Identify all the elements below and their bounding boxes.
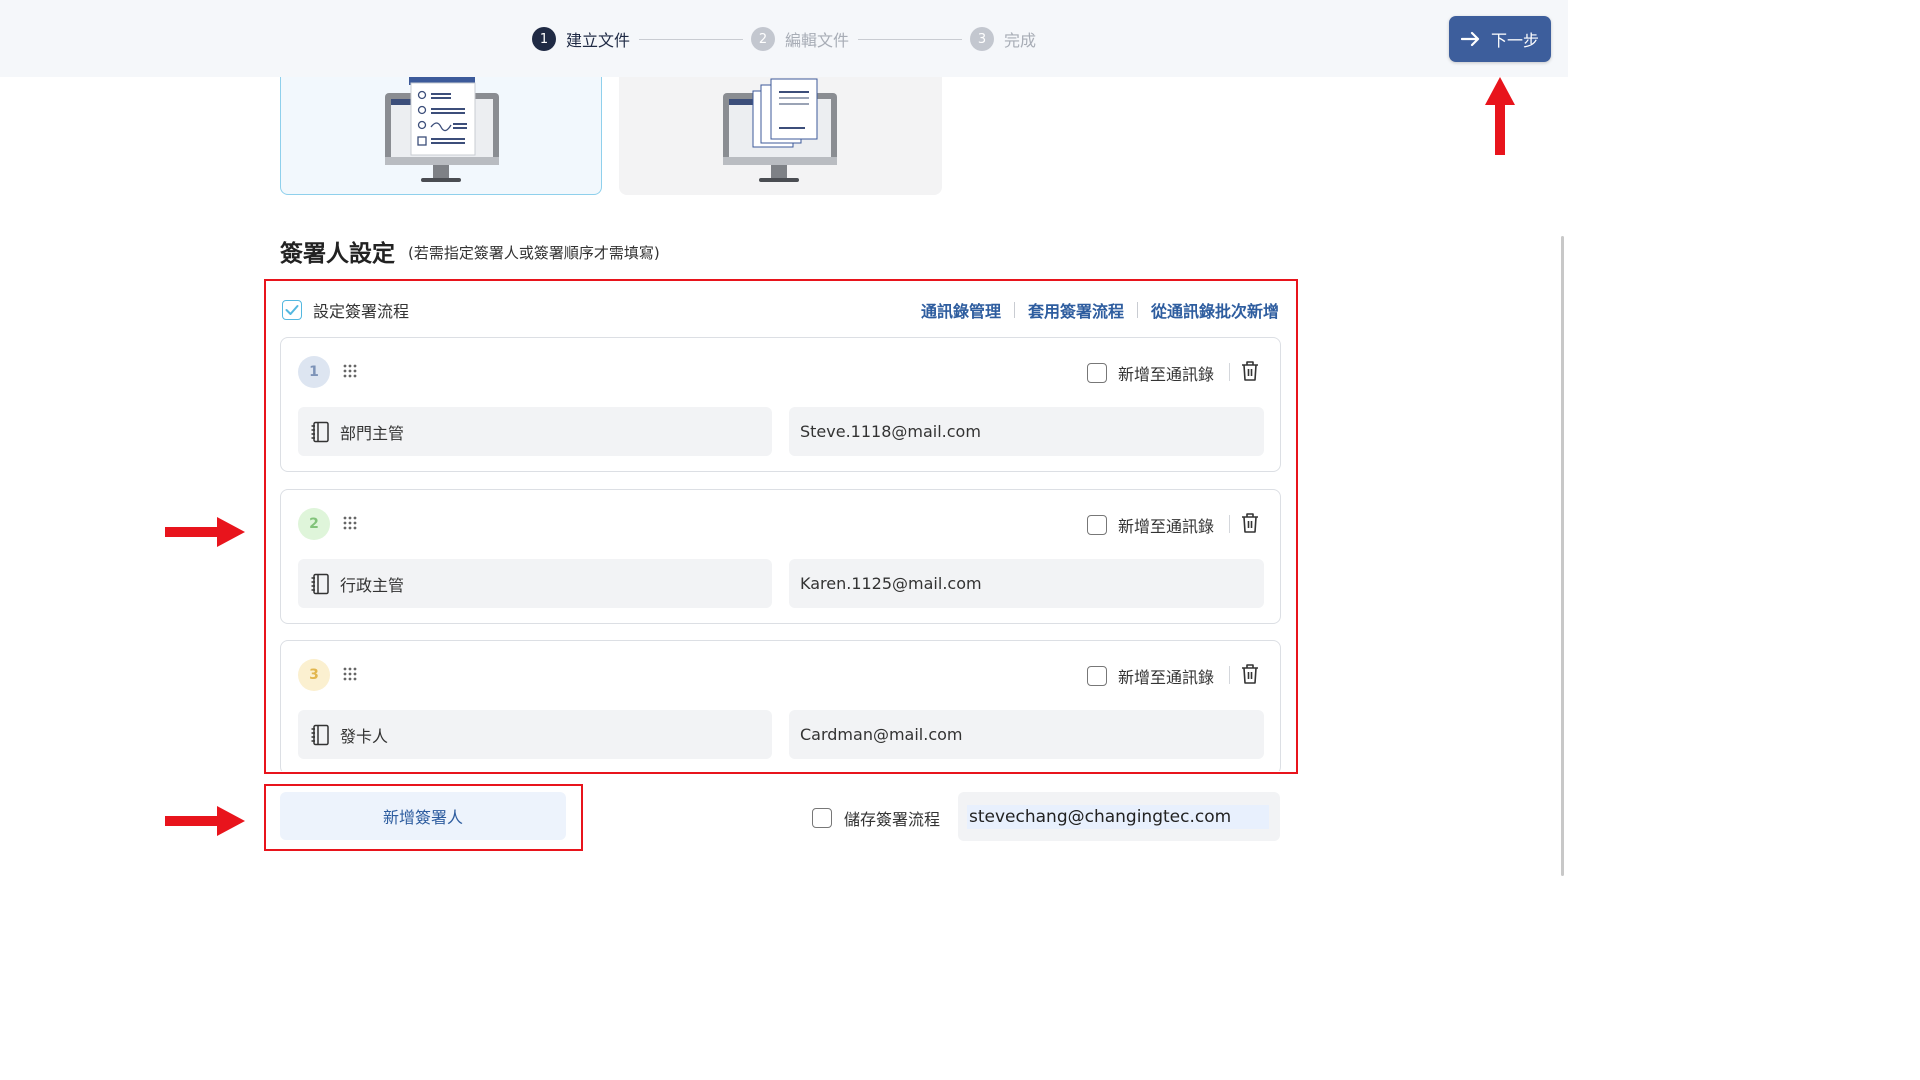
multi-document-illustration	[723, 78, 837, 182]
step-complete: 3 完成	[970, 27, 1036, 51]
stepper-bar: 1 建立文件 2 編輯文件 3 完成 下一步	[0, 0, 1568, 77]
step-label: 完成	[1004, 31, 1037, 50]
next-step-button[interactable]: 下一步	[1449, 16, 1551, 62]
save-signing-flow-label: 儲存簽署流程	[844, 810, 941, 829]
document-type-card-multi[interactable]	[619, 77, 942, 195]
annotation-arrow-right-icon	[165, 517, 245, 547]
highlight-box-add-signer	[264, 784, 583, 851]
next-step-label: 下一步	[1490, 31, 1539, 50]
save-signing-flow-checkbox[interactable]	[812, 808, 832, 828]
scrollbar[interactable]	[1561, 236, 1564, 876]
document-type-card-form[interactable]	[280, 77, 602, 195]
highlight-box-signer-settings	[264, 279, 1298, 774]
step-connector	[639, 39, 743, 40]
annotation-arrow-right-icon	[165, 806, 245, 836]
step-create-document: 1 建立文件	[532, 27, 630, 51]
section-subtitle: (若需指定簽署人或簽署順序才需填寫)	[408, 244, 660, 262]
owner-email-value: stevechang@changingtec.com	[967, 805, 1269, 829]
annotation-arrow-up-icon	[1485, 77, 1515, 155]
step-edit-document: 2 編輯文件	[751, 27, 849, 51]
arrow-right-icon	[1460, 31, 1480, 47]
step-number: 3	[970, 27, 994, 51]
section-title: 簽署人設定	[280, 241, 395, 267]
step-label: 編輯文件	[785, 31, 850, 50]
step-label: 建立文件	[566, 31, 631, 50]
step-number: 1	[532, 27, 556, 51]
owner-email-field[interactable]: stevechang@changingtec.com	[958, 792, 1280, 841]
step-connector	[858, 39, 962, 40]
save-signing-flow-toggle[interactable]: 儲存簽署流程	[812, 806, 940, 830]
form-document-illustration	[385, 77, 499, 182]
step-number: 2	[751, 27, 775, 51]
